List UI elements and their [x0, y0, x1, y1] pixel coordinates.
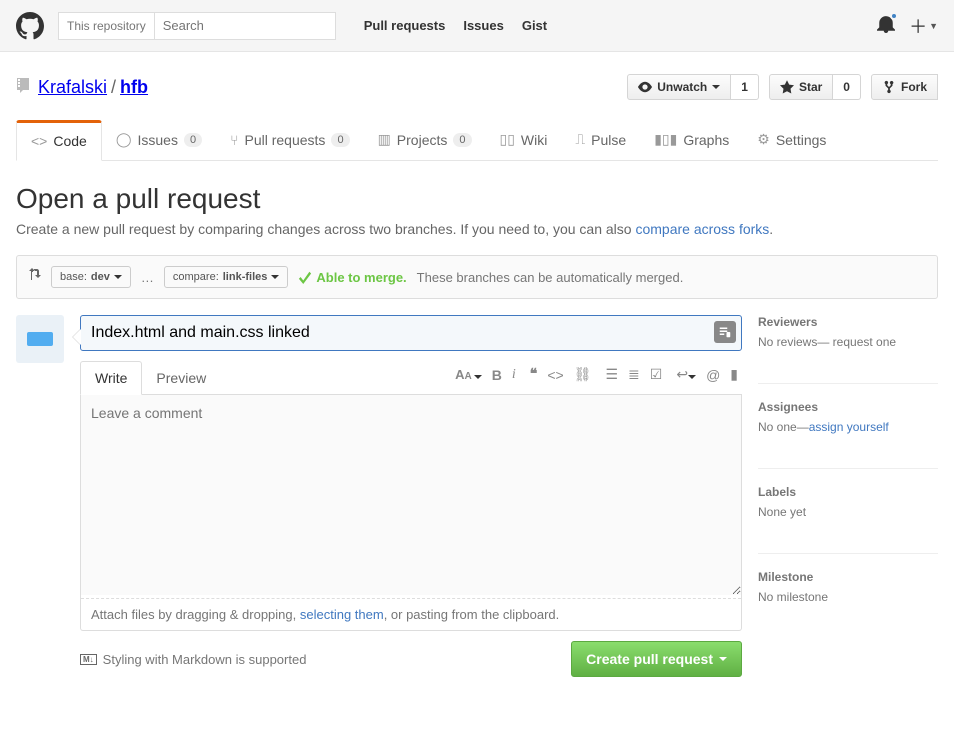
- sidebar-assignees-label[interactable]: Assignees: [758, 400, 938, 414]
- create-new-dropdown[interactable]: ＋▼: [909, 13, 938, 39]
- tab-settings[interactable]: ⚙ Settings: [743, 120, 840, 160]
- repo-owner-link[interactable]: Krafalski: [38, 77, 107, 98]
- search-scope-label[interactable]: This repository: [59, 13, 155, 39]
- fork-label: Fork: [901, 80, 927, 94]
- tab-write[interactable]: Write: [80, 361, 142, 395]
- compare-across-forks-link[interactable]: compare across forks: [635, 221, 769, 237]
- watch-count[interactable]: 1: [731, 74, 759, 100]
- graph-icon: ▮▯▮: [654, 131, 677, 148]
- search-input[interactable]: [155, 13, 335, 39]
- compare-branch-select[interactable]: compare: link-files: [164, 266, 288, 288]
- ul-icon[interactable]: ☰: [605, 366, 618, 383]
- page-title: Open a pull request: [16, 161, 938, 215]
- compare-icon: [27, 268, 41, 287]
- tab-wiki[interactable]: ▯▯ Wiki: [486, 120, 562, 160]
- selecting-them-link[interactable]: selecting them: [300, 607, 384, 622]
- code-icon[interactable]: <>: [547, 367, 563, 383]
- repo-name-link[interactable]: hfb: [120, 77, 148, 98]
- italic-icon[interactable]: i: [512, 367, 516, 383]
- sidebar-labels-value: None yet: [758, 505, 938, 519]
- merge-status-ok: Able to merge.: [298, 270, 406, 285]
- merge-status-tail: These branches can be automatically merg…: [417, 270, 684, 285]
- task-list-icon[interactable]: ☑: [650, 366, 663, 383]
- mention-icon[interactable]: @: [706, 367, 720, 383]
- tab-issues[interactable]: ◯ Issues 0: [102, 120, 216, 160]
- tab-projects[interactable]: ▥ Projects 0: [364, 120, 486, 160]
- sidebar-labels-label[interactable]: Labels: [758, 485, 938, 499]
- text-size-icon[interactable]: AA: [455, 367, 482, 382]
- pr-title-input[interactable]: [80, 315, 742, 351]
- sidebar-reviewers-label[interactable]: Reviewers: [758, 315, 938, 329]
- attach-hint[interactable]: Attach files by dragging & dropping, sel…: [81, 598, 741, 630]
- gear-icon: ⚙: [757, 131, 770, 148]
- project-icon: ▥: [378, 131, 391, 148]
- comment-textarea[interactable]: [81, 395, 741, 595]
- page-subtitle: Create a new pull request by comparing c…: [16, 215, 938, 237]
- nav-issues[interactable]: Issues: [463, 18, 503, 33]
- fork-button[interactable]: Fork: [871, 74, 938, 100]
- ol-icon[interactable]: ≣: [628, 366, 640, 383]
- avatar: [16, 315, 64, 363]
- markdown-badge-icon: M↓: [80, 654, 97, 665]
- tab-graphs[interactable]: ▮▯▮ Graphs: [640, 120, 743, 160]
- link-icon[interactable]: ⛓: [574, 366, 592, 383]
- book-icon: ▯▯: [500, 131, 515, 148]
- sidebar-assignees-value: No one—assign yourself: [758, 420, 938, 434]
- reply-icon[interactable]: ↩: [676, 366, 696, 383]
- bold-icon[interactable]: B: [492, 367, 502, 383]
- create-pull-request-button[interactable]: Create pull request: [571, 641, 742, 677]
- title-suggestion-icon[interactable]: [714, 321, 736, 343]
- pulse-icon: ⎍: [575, 131, 585, 148]
- notifications-icon[interactable]: [877, 15, 895, 36]
- range-dots: …: [141, 270, 154, 285]
- repo-icon: [16, 78, 32, 97]
- nav-pull-requests[interactable]: Pull requests: [364, 18, 446, 33]
- unwatch-label: Unwatch: [657, 80, 707, 94]
- issue-icon: ◯: [116, 131, 132, 148]
- quote-icon[interactable]: ❝: [530, 366, 538, 383]
- pull-request-icon: ⑂: [230, 132, 238, 148]
- sidebar-reviewers-value: No reviews— request one: [758, 335, 938, 349]
- star-button[interactable]: Star: [769, 74, 833, 100]
- sidebar-milestone-label[interactable]: Milestone: [758, 570, 938, 584]
- star-count[interactable]: 0: [833, 74, 861, 100]
- branch-range-editor: base: dev … compare: link-files Able to …: [16, 255, 938, 299]
- markdown-hint[interactable]: M↓ Styling with Markdown is supported: [80, 652, 306, 667]
- nav-gist[interactable]: Gist: [522, 18, 547, 33]
- tab-pulse[interactable]: ⎍ Pulse: [561, 120, 640, 160]
- tab-preview[interactable]: Preview: [142, 362, 220, 394]
- unwatch-button[interactable]: Unwatch: [627, 74, 731, 100]
- saved-replies-icon[interactable]: ▮: [730, 366, 738, 383]
- tab-pull-requests[interactable]: ⑂ Pull requests 0: [216, 120, 363, 160]
- repo-slash: /: [111, 77, 116, 98]
- tab-code[interactable]: <> Code: [16, 120, 102, 161]
- star-label: Star: [799, 80, 822, 94]
- assign-yourself-link[interactable]: assign yourself: [809, 420, 889, 434]
- code-icon: <>: [31, 133, 47, 149]
- sidebar-milestone-value: No milestone: [758, 590, 938, 604]
- github-logo-icon[interactable]: [16, 12, 44, 40]
- base-branch-select[interactable]: base: dev: [51, 266, 131, 288]
